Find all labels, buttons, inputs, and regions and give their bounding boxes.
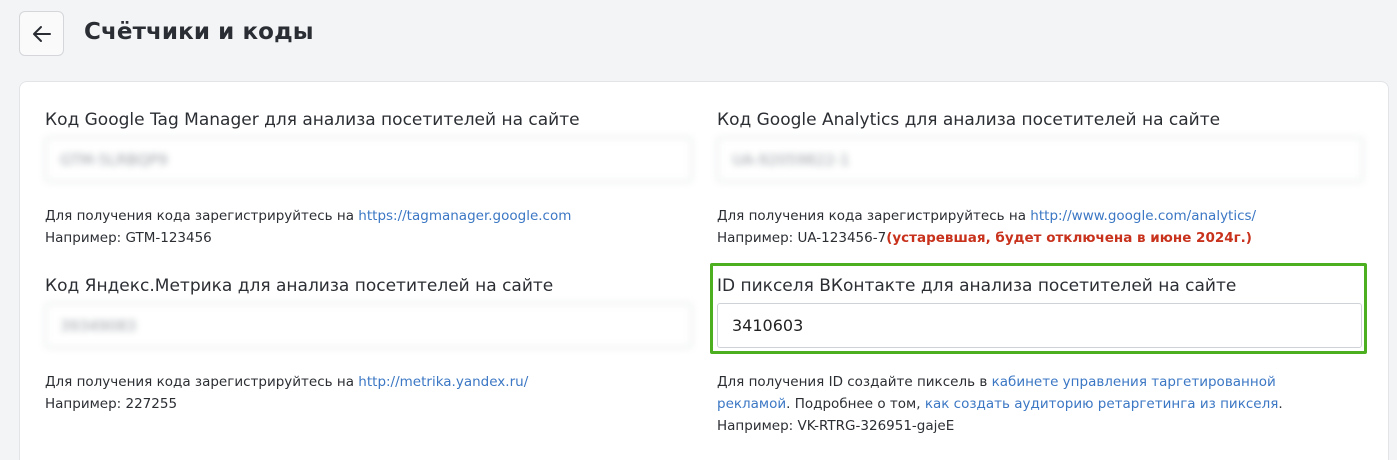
vk-label: ID пикселя ВКонтакте для анализа посетит… bbox=[717, 276, 1237, 296]
gtm-hint-text: Для получения кода зарегистрируйтесь на bbox=[45, 208, 359, 224]
yandex-input[interactable] bbox=[45, 303, 692, 348]
yandex-label: Код Яндекс.Метрика для анализа посетител… bbox=[45, 276, 554, 296]
yandex-field: Код Яндекс.Метрика для анализа посетител… bbox=[45, 275, 553, 297]
gtm-hint: Для получения кода зарегистрируйтесь на … bbox=[45, 205, 571, 249]
back-button[interactable] bbox=[19, 11, 64, 56]
gtm-link[interactable]: https://tagmanager.google.com bbox=[358, 208, 571, 224]
yandex-hint: Для получения кода зарегистрируйтесь на … bbox=[45, 371, 528, 415]
gtm-input[interactable] bbox=[45, 137, 692, 182]
yandex-hint-text: Для получения кода зарегистрируйтесь на bbox=[45, 374, 359, 390]
vk-ads-cabinet-link-cont[interactable]: рекламой bbox=[717, 396, 786, 412]
vk-hint-middle: . Подробнее о том, bbox=[786, 396, 925, 412]
vk-hint-text: Для получения ID создайте пиксель в bbox=[717, 374, 992, 390]
vk-example: Например: VK-RTRG-326951-gajeE bbox=[717, 418, 955, 434]
ga-example: Например: UA-123456-7 bbox=[717, 230, 887, 246]
ga-input[interactable] bbox=[717, 137, 1363, 182]
vk-retargeting-link[interactable]: как создать аудиторию ретаргетинга из пи… bbox=[925, 396, 1279, 412]
yandex-link[interactable]: http://metrika.yandex.ru/ bbox=[358, 374, 528, 390]
vk-hint-end: . bbox=[1278, 396, 1283, 412]
page-title: Счётчики и коды bbox=[84, 19, 314, 45]
gtm-label: Код Google Tag Manager для анализа посет… bbox=[45, 110, 580, 130]
ga-hint-text: Для получения кода зарегистрируйтесь на bbox=[717, 208, 1031, 224]
arrow-left-icon bbox=[32, 25, 51, 42]
ga-label: Код Google Analytics для анализа посетит… bbox=[717, 110, 1221, 130]
ga-link[interactable]: http://www.google.com/analytics/ bbox=[1030, 208, 1256, 224]
ga-field: Код Google Analytics для анализа посетит… bbox=[717, 109, 1220, 131]
vk-ads-cabinet-link[interactable]: кабинете управления таргетированной bbox=[992, 374, 1276, 390]
yandex-example: Например: 227255 bbox=[45, 396, 178, 412]
vk-field: ID пикселя ВКонтакте для анализа посетит… bbox=[717, 275, 1236, 297]
vk-hint: Для получения ID создайте пиксель в каби… bbox=[717, 371, 1283, 437]
ga-warning: (устаревшая, будет отключена в июне 2024… bbox=[886, 230, 1252, 246]
vk-pixel-input[interactable] bbox=[717, 303, 1362, 348]
gtm-field: Код Google Tag Manager для анализа посет… bbox=[45, 109, 580, 131]
gtm-example: Например: GTM-123456 bbox=[45, 230, 212, 246]
ga-hint: Для получения кода зарегистрируйтесь на … bbox=[717, 205, 1256, 249]
